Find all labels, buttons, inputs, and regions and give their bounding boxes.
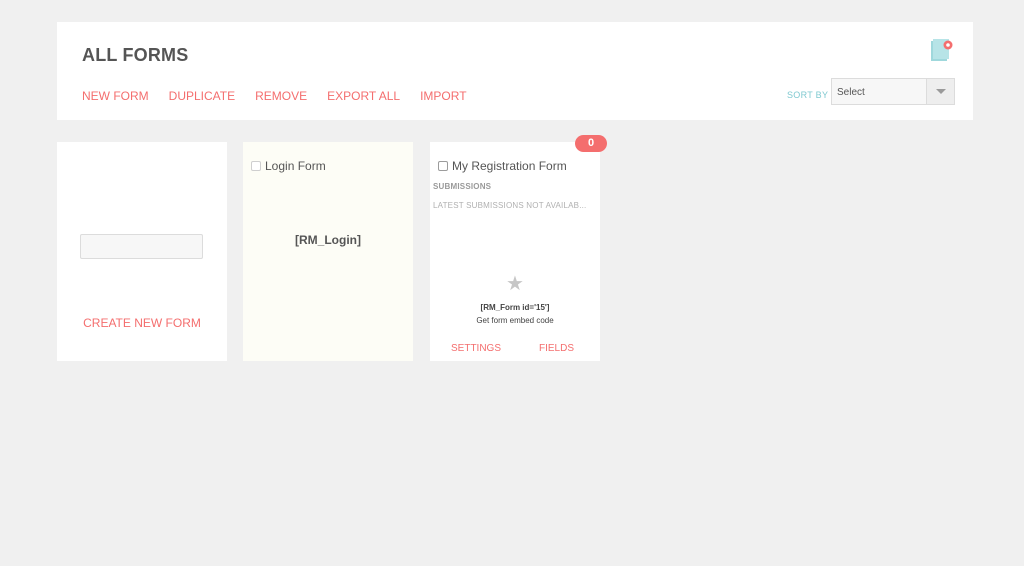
registration-form-title: My Registration Form (452, 159, 567, 173)
login-form-card[interactable]: Login Form [RM_Login] (243, 142, 413, 361)
login-form-title: Login Form (265, 159, 326, 173)
registration-shortcode: [RM_Form id='15'] (480, 303, 550, 312)
import-button[interactable]: IMPORT (420, 89, 466, 103)
sort-by-label: SORT BY (787, 90, 829, 100)
registration-form-select: My Registration Form (438, 159, 567, 173)
settings-link[interactable]: SETTINGS (451, 343, 501, 354)
duplicate-button[interactable]: DUPLICATE (169, 89, 235, 103)
fields-link[interactable]: FIELDS (539, 343, 574, 354)
submissions-status: LATEST SUBMISSIONS NOT AVAILAB... (433, 201, 587, 210)
new-form-card: CREATE NEW FORM (57, 142, 227, 361)
star-icon[interactable]: ★ (430, 273, 600, 295)
new-form-name-input[interactable] (80, 234, 203, 259)
form-document-icon (931, 39, 953, 61)
remove-button[interactable]: REMOVE (255, 89, 307, 103)
new-form-button[interactable]: NEW FORM (82, 89, 149, 103)
login-shortcode: [RM_Login] (295, 233, 361, 247)
sort-select-value: Select (837, 87, 865, 98)
registration-form-checkbox[interactable] (438, 161, 448, 171)
forms-header: ALL FORMS NEW FORM DUPLICATE REMOVE EXPO… (57, 22, 973, 120)
page-title: ALL FORMS (82, 45, 189, 65)
sort-select[interactable]: Select (831, 78, 955, 105)
submissions-label: SUBMISSIONS (433, 182, 492, 191)
embed-code-link[interactable]: Get form embed code (430, 316, 600, 325)
submissions-count-badge: 0 (575, 135, 607, 152)
login-form-select: Login Form (251, 159, 326, 173)
create-new-form-button[interactable]: CREATE NEW FORM (57, 316, 227, 330)
registration-form-card[interactable]: My Registration Form SUBMISSIONS LATEST … (430, 142, 600, 361)
chevron-down-icon[interactable] (926, 79, 954, 104)
header-actions: NEW FORM DUPLICATE REMOVE EXPORT ALL IMP… (82, 89, 487, 103)
login-form-checkbox[interactable] (251, 161, 261, 171)
export-all-button[interactable]: EXPORT ALL (327, 89, 400, 103)
